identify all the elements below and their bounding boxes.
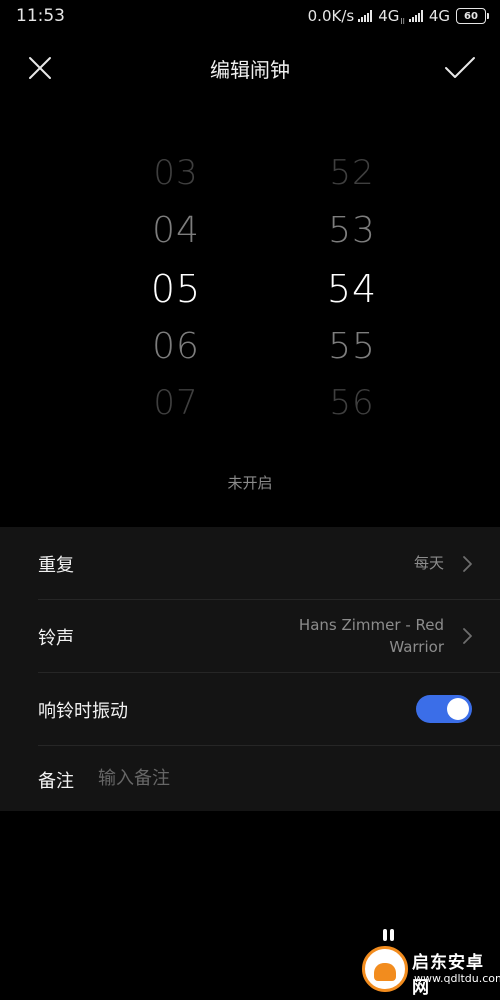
chat-bubble-icon bbox=[383, 929, 394, 941]
toggle-knob bbox=[447, 698, 469, 720]
minute-wheel[interactable]: 52 53 54 55 56 bbox=[292, 140, 412, 440]
vibrate-toggle[interactable] bbox=[416, 695, 472, 723]
repeat-label: 重复 bbox=[38, 555, 74, 576]
signal-icon bbox=[408, 10, 423, 22]
alarm-status-label: 未开启 bbox=[227, 474, 273, 492]
settings-list: 重复 每天 铃声 Hans Zimmer - Red Warrior 响铃时振动… bbox=[0, 527, 500, 811]
watermark-logo bbox=[362, 946, 408, 992]
minute-option[interactable]: 52 bbox=[292, 153, 412, 193]
ringtone-value-line1: Hans Zimmer - Red bbox=[298, 616, 444, 634]
hour-option[interactable]: 07 bbox=[116, 383, 236, 423]
watermark-url: www.qdltdu.com bbox=[414, 972, 500, 985]
ringtone-row[interactable]: 铃声 Hans Zimmer - Red Warrior bbox=[0, 600, 500, 672]
page-title: 编辑闹钟 bbox=[210, 58, 290, 82]
minute-option[interactable]: 56 bbox=[292, 383, 412, 423]
chevron-right-icon bbox=[463, 628, 472, 644]
watermark: 启东安卓网 www.qdltdu.com bbox=[358, 929, 500, 1000]
selected-hour[interactable]: 05 bbox=[116, 267, 236, 311]
hour-wheel[interactable]: 03 04 05 06 07 bbox=[116, 140, 236, 440]
ringtone-label: 铃声 bbox=[38, 628, 74, 649]
checkmark-icon bbox=[445, 57, 475, 78]
header: 编辑闹钟 bbox=[0, 40, 500, 96]
vibrate-row: 响铃时振动 bbox=[0, 673, 500, 745]
confirm-button[interactable] bbox=[440, 48, 480, 88]
ringtone-value-line2: Warrior bbox=[389, 638, 444, 656]
status-indicators: 0.0K/s 4G ll 4G 60 bbox=[307, 6, 489, 26]
status-bar: 11:53 0.0K/s 4G ll 4G 60 bbox=[0, 0, 500, 34]
minute-option[interactable]: 55 bbox=[292, 326, 412, 367]
chevron-right-icon bbox=[463, 556, 472, 572]
network-type-1-sub: ll bbox=[400, 17, 405, 26]
vibrate-label: 响铃时振动 bbox=[38, 701, 128, 722]
battery-icon: 60 bbox=[456, 8, 489, 24]
hour-option[interactable]: 04 bbox=[116, 210, 236, 251]
hour-option[interactable]: 03 bbox=[116, 153, 236, 193]
selected-minute[interactable]: 54 bbox=[292, 267, 412, 311]
note-label: 备注 bbox=[38, 771, 74, 792]
network-type-2: 4G bbox=[428, 7, 450, 25]
note-row: 备注 bbox=[0, 746, 500, 811]
repeat-row[interactable]: 重复 每天 bbox=[0, 527, 500, 599]
alarm-edit-screen: 11:53 0.0K/s 4G ll 4G 60 编辑闹钟 03 04 05 0… bbox=[0, 0, 500, 1000]
status-time: 11:53 bbox=[16, 6, 65, 26]
hour-option[interactable]: 06 bbox=[116, 326, 236, 367]
network-speed: 0.0K/s bbox=[307, 7, 355, 25]
note-input[interactable] bbox=[98, 763, 458, 793]
time-picker: 03 04 05 06 07 52 53 54 55 56 bbox=[0, 140, 500, 440]
minute-option[interactable]: 53 bbox=[292, 210, 412, 251]
network-type-1: 4G bbox=[378, 7, 400, 25]
signal-icon bbox=[358, 10, 373, 22]
repeat-value: 每天 bbox=[413, 554, 444, 572]
